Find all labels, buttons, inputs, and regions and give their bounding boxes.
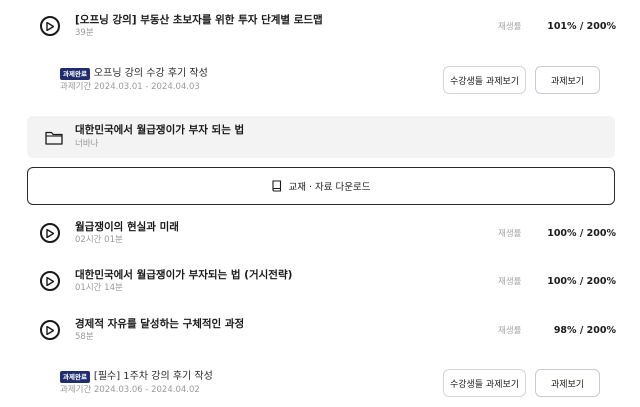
download-label: 교재 · 자료 다운로드	[288, 182, 371, 193]
lesson-title[interactable]: [오프닝 강의] 부동산 초보자를 위한 투자 단계별 로드맵	[75, 13, 323, 27]
assignment-title: [필수] 1주차 강의 후기 작성	[93, 370, 213, 382]
folder-icon	[45, 130, 63, 149]
lesson-row[interactable]: 대한민국에서 월급쟁이가 부자되는 법 (거시전략) 01시간 14분 재생률 …	[0, 256, 640, 306]
view-peer-assignments-button[interactable]: 수강생들 과제보기	[443, 369, 526, 397]
assignment-row: 과제완료 [필수] 1주차 강의 후기 작성 과제기간 2024.03.06 - …	[0, 361, 640, 405]
view-assignment-button[interactable]: 과제보기	[535, 369, 600, 397]
lesson-duration: 01시간 14분	[75, 282, 123, 293]
status-badge: 과제완료	[60, 67, 90, 80]
folder-author: 너바나	[75, 139, 99, 149]
lesson-title[interactable]: 월급쟁이의 현실과 미래	[75, 220, 179, 234]
lesson-text: 대한민국에서 월급쟁이가 부자되는 법 (거시전략) 01시간 14분	[75, 268, 292, 295]
book-icon	[271, 177, 283, 196]
assignment-title: 오프닝 강의 수강 후기 작성	[93, 67, 208, 79]
assignment-row: 과제완료 오프닝 강의 수강 후기 작성 과제기간 2024.03.01 - 20…	[0, 58, 640, 102]
play-rate-value: 101% / 200%	[547, 20, 616, 32]
lesson-duration: 58분	[75, 331, 94, 342]
assignment-period: 과제기간 2024.03.01 - 2024.04.03	[60, 81, 200, 92]
play-rate-value: 100% / 200%	[547, 227, 616, 239]
play-rate-value: 100% / 200%	[547, 275, 616, 287]
play-circle-icon[interactable]	[40, 320, 60, 340]
lesson-row[interactable]: 경제적 자유를 달성하는 구체적인 과정 58분 재생률 98% / 200%	[0, 305, 640, 355]
lesson-row[interactable]: [오프닝 강의] 부동산 초보자를 위한 투자 단계별 로드맵 39분 재생률 …	[0, 1, 640, 51]
lesson-row[interactable]: 월급쟁이의 현실과 미래 02시간 01분 재생률 100% / 200%	[0, 208, 640, 258]
lesson-text: 경제적 자유를 달성하는 구체적인 과정 58분	[75, 317, 244, 344]
view-peer-assignments-button[interactable]: 수강생들 과제보기	[443, 66, 526, 94]
play-circle-icon[interactable]	[40, 271, 60, 291]
lesson-text: 월급쟁이의 현실과 미래 02시간 01분	[75, 220, 179, 247]
play-circle-icon[interactable]	[40, 223, 60, 243]
status-badge: 과제완료	[60, 370, 90, 383]
materials-download-button[interactable]: 교재 · 자료 다운로드	[27, 167, 615, 205]
folder-title: 대한민국에서 월급쟁이가 부자 되는 법	[75, 124, 245, 136]
folder-text: 대한민국에서 월급쟁이가 부자 되는 법 너바나	[75, 123, 244, 151]
course-folder[interactable]: 대한민국에서 월급쟁이가 부자 되는 법 너바나	[27, 116, 615, 158]
lesson-text: [오프닝 강의] 부동산 초보자를 위한 투자 단계별 로드맵 39분	[75, 13, 323, 40]
assignment-period: 과제기간 2024.03.06 - 2024.04.02	[60, 384, 200, 395]
lesson-title[interactable]: 대한민국에서 월급쟁이가 부자되는 법 (거시전략)	[75, 268, 292, 282]
lesson-duration: 39분	[75, 27, 94, 38]
view-assignment-button[interactable]: 과제보기	[535, 66, 600, 94]
play-rate-value: 98% / 200%	[553, 324, 616, 336]
assignment-text: 과제완료 [필수] 1주차 강의 후기 작성 과제기간 2024.03.06 - …	[60, 370, 213, 397]
play-circle-icon[interactable]	[40, 16, 60, 36]
play-rate-label: 재생률	[498, 277, 522, 287]
play-rate-label: 재생률	[498, 229, 522, 239]
assignment-text: 과제완료 오프닝 강의 수강 후기 작성 과제기간 2024.03.01 - 20…	[60, 67, 208, 94]
play-rate-label: 재생률	[498, 22, 522, 32]
lesson-duration: 02시간 01분	[75, 234, 123, 245]
play-rate-label: 재생률	[498, 326, 522, 336]
lesson-title[interactable]: 경제적 자유를 달성하는 구체적인 과정	[75, 317, 244, 331]
